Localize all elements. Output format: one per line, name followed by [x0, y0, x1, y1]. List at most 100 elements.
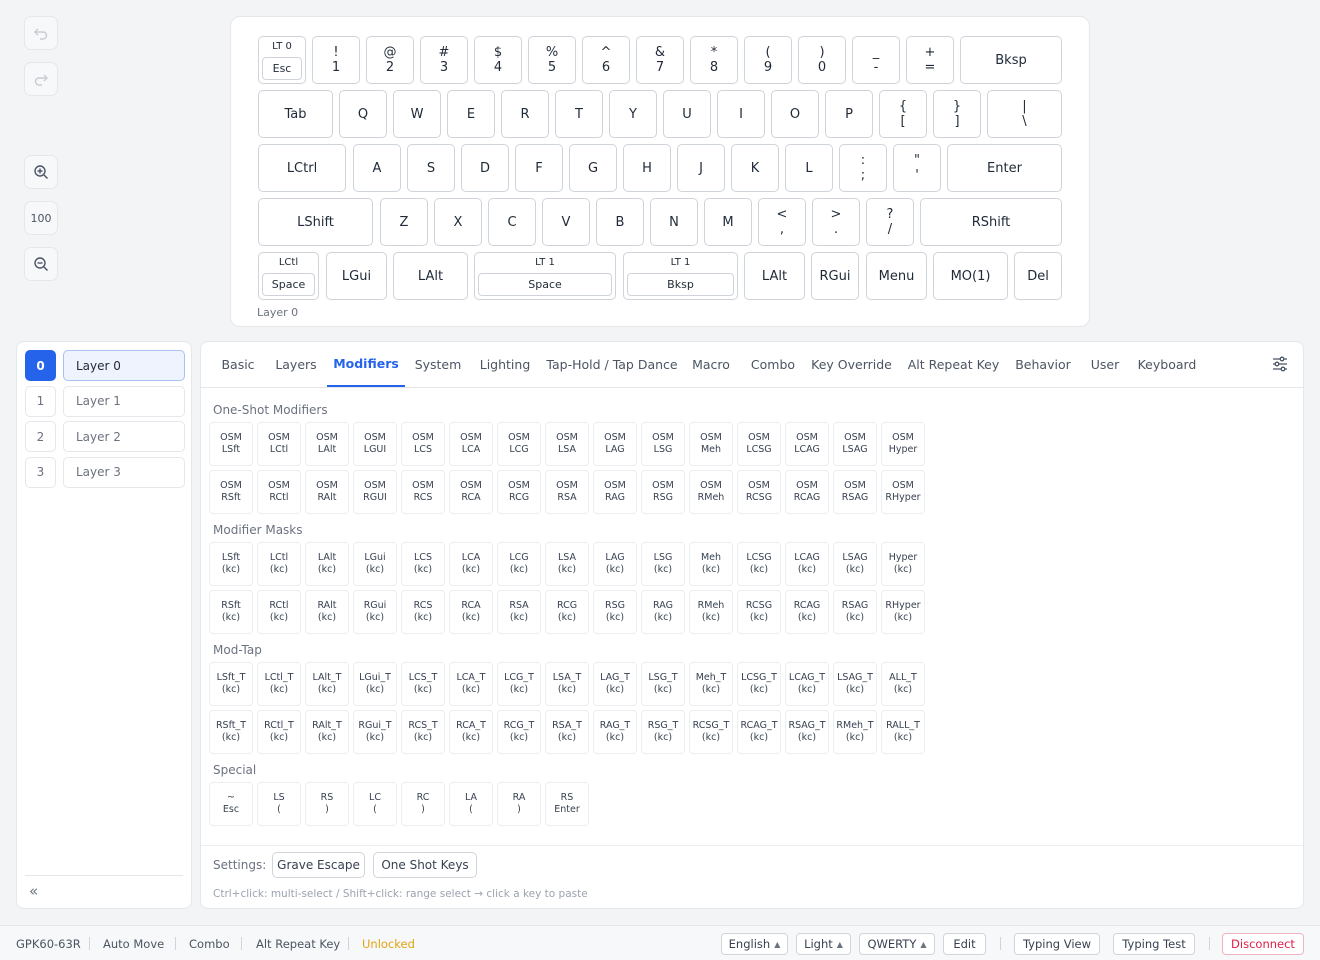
keycode-button[interactable]: OSM LSA: [545, 422, 589, 466]
key[interactable]: _ -: [852, 36, 900, 84]
key[interactable]: X: [434, 198, 482, 246]
key[interactable]: MO(1): [933, 252, 1008, 300]
keycode-button[interactable]: OSM RMeh: [689, 470, 733, 514]
tab-macro[interactable]: Macro: [685, 342, 737, 387]
keycode-button[interactable]: Meh_T (kc): [689, 662, 733, 706]
zoom-out-button[interactable]: [24, 247, 58, 281]
keycode-button[interactable]: LCS_T (kc): [401, 662, 445, 706]
sliders-icon[interactable]: [1271, 355, 1289, 373]
layer-number[interactable]: 0: [25, 350, 56, 381]
keycode-button[interactable]: RAlt (kc): [305, 590, 349, 634]
keycode-button[interactable]: OSM LCA: [449, 422, 493, 466]
key[interactable]: ^ 6: [582, 36, 630, 84]
keycode-button[interactable]: LCG_T (kc): [497, 662, 541, 706]
key[interactable]: O: [771, 90, 819, 138]
keycode-button[interactable]: OSM LAG: [593, 422, 637, 466]
key[interactable]: Tab: [258, 90, 333, 138]
key[interactable]: ! 1: [312, 36, 360, 84]
keycode-button[interactable]: LCtl_T (kc): [257, 662, 301, 706]
key[interactable]: Del: [1014, 252, 1062, 300]
undo-button[interactable]: [24, 16, 58, 50]
keycode-button[interactable]: RCA_T (kc): [449, 710, 493, 754]
key[interactable]: " ': [893, 144, 941, 192]
key[interactable]: N: [650, 198, 698, 246]
one-shot-keys-button[interactable]: One Shot Keys: [373, 852, 477, 878]
key[interactable]: Z: [380, 198, 428, 246]
keycode-button[interactable]: RSG (kc): [593, 590, 637, 634]
keycode-button[interactable]: OSM LCG: [497, 422, 541, 466]
keycode-button[interactable]: RSft (kc): [209, 590, 253, 634]
key[interactable]: Y: [609, 90, 657, 138]
keycode-button[interactable]: LCSG_T (kc): [737, 662, 781, 706]
keycode-button[interactable]: RCS_T (kc): [401, 710, 445, 754]
keycode-button[interactable]: RCAG_T (kc): [737, 710, 781, 754]
key[interactable]: E: [447, 90, 495, 138]
key[interactable]: G: [569, 144, 617, 192]
keycode-button[interactable]: RCS (kc): [401, 590, 445, 634]
keycode-button[interactable]: RGui (kc): [353, 590, 397, 634]
keycode-button[interactable]: RS Enter: [545, 782, 589, 826]
tab-alt-repeat-key[interactable]: Alt Repeat Key: [906, 342, 1001, 387]
grave-escape-button[interactable]: Grave Escape: [272, 852, 365, 878]
key[interactable]: V: [542, 198, 590, 246]
keycode-button[interactable]: RA): [497, 782, 541, 826]
key[interactable]: $4: [474, 36, 522, 84]
key[interactable]: T: [555, 90, 603, 138]
key[interactable]: J: [677, 144, 725, 192]
key[interactable]: LAlt: [393, 252, 468, 300]
key[interactable]: I: [717, 90, 765, 138]
keycode-button[interactable]: OSM RGUI: [353, 470, 397, 514]
key[interactable]: ? /: [866, 198, 914, 246]
key[interactable]: (9: [744, 36, 792, 84]
keycode-button[interactable]: LSAG_T (kc): [833, 662, 877, 706]
key[interactable]: {[: [879, 90, 927, 138]
layer-number[interactable]: 3: [25, 456, 56, 488]
key[interactable]: P: [825, 90, 873, 138]
keycode-button[interactable]: LSG (kc): [641, 542, 685, 586]
auto-move-toggle[interactable]: Auto Move: [103, 937, 164, 951]
keycode-button[interactable]: OSM RCtl: [257, 470, 301, 514]
keycode-button[interactable]: OSM RSA: [545, 470, 589, 514]
keycode-button[interactable]: RAG_T (kc): [593, 710, 637, 754]
tab-modifiers[interactable]: Modifiers: [327, 342, 405, 387]
layer-number[interactable]: 1: [25, 385, 56, 417]
key[interactable]: L: [785, 144, 833, 192]
key[interactable]: LT 1 Bksp: [623, 252, 738, 300]
keycode-button[interactable]: RAlt_T (kc): [305, 710, 349, 754]
keycode-button[interactable]: RMeh (kc): [689, 590, 733, 634]
tab-behavior[interactable]: Behavior: [1012, 342, 1074, 387]
key[interactable]: LShift: [258, 198, 373, 246]
keycode-button[interactable]: OSM RCSG: [737, 470, 781, 514]
key[interactable]: LT 0 Esc: [258, 36, 306, 84]
keycode-button[interactable]: OSM RSAG: [833, 470, 877, 514]
keycode-button[interactable]: LCtl (kc): [257, 542, 301, 586]
keycode-button[interactable]: OSM LCS: [401, 422, 445, 466]
redo-button[interactable]: [24, 62, 58, 96]
tab-basic[interactable]: Basic: [213, 342, 263, 387]
zoom-level[interactable]: 100: [24, 201, 58, 235]
key[interactable]: @2: [366, 36, 414, 84]
keycode-button[interactable]: RMeh_T (kc): [833, 710, 877, 754]
keycode-button[interactable]: OSM Meh: [689, 422, 733, 466]
keycode-button[interactable]: OSM RCAG: [785, 470, 829, 514]
keycode-button[interactable]: LCA_T (kc): [449, 662, 493, 706]
key[interactable]: LGui: [326, 252, 387, 300]
keycode-button[interactable]: LS(: [257, 782, 301, 826]
key[interactable]: RShift: [920, 198, 1062, 246]
layer-item-3[interactable]: 3 Layer 3: [25, 456, 185, 488]
typing-test-button[interactable]: Typing Test: [1113, 933, 1195, 955]
keycode-button[interactable]: RCtl (kc): [257, 590, 301, 634]
layer-name[interactable]: Layer 3: [63, 456, 185, 488]
keycode-button[interactable]: OSM LCAG: [785, 422, 829, 466]
key[interactable]: LCtrl: [258, 144, 346, 192]
key[interactable]: | \: [987, 90, 1062, 138]
keycode-button[interactable]: OSM RHyper: [881, 470, 925, 514]
keycode-button[interactable]: RSA (kc): [497, 590, 541, 634]
keycode-button[interactable]: RCG (kc): [545, 590, 589, 634]
key[interactable]: LT 1 Space: [474, 252, 616, 300]
combo-status[interactable]: Combo: [189, 937, 230, 951]
keycode-button[interactable]: OSM RCG: [497, 470, 541, 514]
keycode-button[interactable]: OSM RAG: [593, 470, 637, 514]
keycode-button[interactable]: LAlt (kc): [305, 542, 349, 586]
keycode-button[interactable]: RCSG (kc): [737, 590, 781, 634]
